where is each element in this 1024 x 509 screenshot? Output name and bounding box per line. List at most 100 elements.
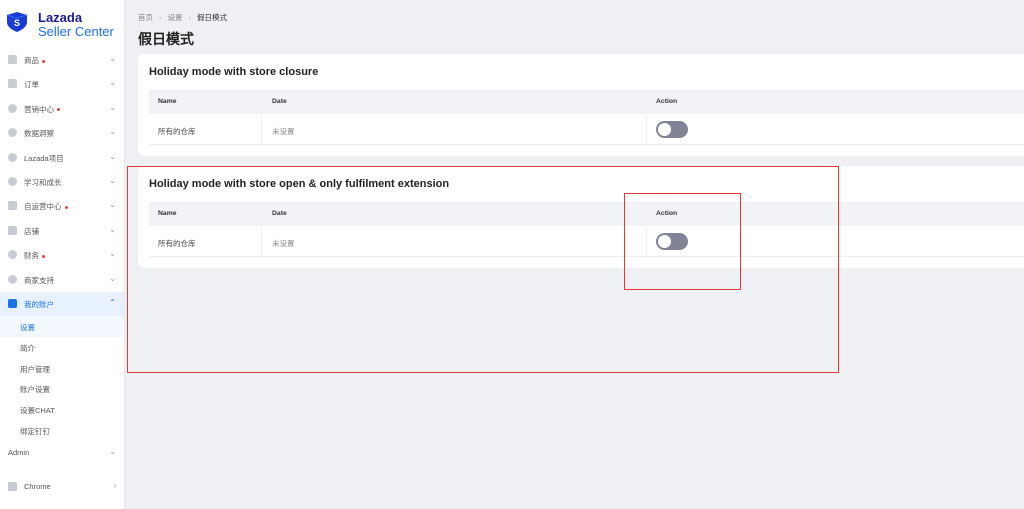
breadcrumb-current: 假日模式 xyxy=(197,13,227,22)
sidebar-item-label: Admin xyxy=(8,448,30,457)
sidebar-subitem-label: 简介 xyxy=(20,343,35,353)
sidebar-item-label: Chrome xyxy=(24,482,51,491)
order-icon xyxy=(8,79,17,89)
finance-icon xyxy=(8,250,17,260)
sidebar-item-label: 学习和成长 xyxy=(24,177,62,187)
column-header-action: Action xyxy=(656,210,678,217)
chevron-down-icon: ⌄ xyxy=(109,78,116,88)
support-icon xyxy=(8,274,17,284)
shield-icon xyxy=(8,152,17,162)
sidebar-item-products[interactable]: 商品 ⌄ xyxy=(0,48,124,72)
table-row: 所有的仓库 未设置 xyxy=(149,116,1024,145)
lazada-logo[interactable]: S Lazada Seller Center xyxy=(6,10,122,40)
sidebar-item-label: 店铺 xyxy=(24,226,39,236)
column-divider xyxy=(646,116,647,144)
sidebar-item-chrome[interactable]: Chrome › xyxy=(0,478,124,496)
sidebar-item-label: Lazada项目 xyxy=(24,153,64,163)
sidebar-item-operations[interactable]: 自运营中心 ⌄ xyxy=(0,194,124,218)
card-title: Holiday mode with store closure xyxy=(149,66,319,78)
table-header: Name Date Action xyxy=(149,90,1024,114)
column-divider xyxy=(261,116,262,144)
sidebar-item-label: 财务 xyxy=(24,251,39,261)
page-title: 假日模式 xyxy=(138,31,194,47)
sidebar-subitem-dingtalk[interactable]: 绑定钉钉 xyxy=(0,420,124,441)
sidebar-item-label: 我的账户 xyxy=(24,299,54,309)
sidebar-item-lazada-program[interactable]: Lazada项目 ⌄ xyxy=(0,146,124,170)
warehouse-name: 所有的仓库 xyxy=(158,127,196,136)
breadcrumb-home[interactable]: 首页 xyxy=(138,13,153,22)
sidebar-item-store[interactable]: 店铺 ⌄ xyxy=(0,219,124,243)
sidebar-subitem-settings[interactable]: 设置 xyxy=(0,316,124,337)
column-divider xyxy=(261,228,262,256)
toggle-knob xyxy=(658,235,671,248)
sidebar-item-admin[interactable]: Admin ⌄ xyxy=(0,444,124,462)
holiday-date: 未设置 xyxy=(272,239,295,248)
sidebar-subitem-profile[interactable]: 简介 xyxy=(0,337,124,358)
brand-subtitle: Seller Center xyxy=(38,24,114,39)
chevron-right-icon: › xyxy=(113,481,116,490)
sidebar-item-data[interactable]: 数据洞察 ⌄ xyxy=(0,121,124,145)
chevron-down-icon: ⌄ xyxy=(109,151,116,161)
sidebar-item-support[interactable]: 商家支持 ⌄ xyxy=(0,268,124,292)
learn-icon xyxy=(8,176,17,186)
box-icon xyxy=(8,55,17,64)
column-header-name: Name xyxy=(158,210,177,217)
chevron-down-icon: ⌄ xyxy=(109,175,116,185)
sidebar-item-label: 数据洞察 xyxy=(24,129,54,139)
column-header-date: Date xyxy=(272,98,287,105)
notification-dot xyxy=(42,59,45,63)
chevron-down-icon: ⌄ xyxy=(109,273,116,283)
sidebar-item-learning[interactable]: 学习和成长 ⌄ xyxy=(0,170,124,194)
breadcrumb-settings[interactable]: 设置 xyxy=(168,13,183,22)
lazada-heart-icon: S xyxy=(6,12,28,32)
sidebar-subitem-chat-settings[interactable]: 设置CHAT xyxy=(0,399,124,420)
sidebar-item-label: 自运营中心 xyxy=(24,202,62,212)
chevron-down-icon: ⌄ xyxy=(109,54,116,63)
sidebar-subitem-label: 账户设置 xyxy=(20,385,50,395)
breadcrumb-separator-icon: › xyxy=(159,13,162,22)
sidebar-subitem-account-settings[interactable]: 账户设置 xyxy=(0,378,124,399)
account-icon xyxy=(8,298,17,308)
data-icon xyxy=(8,128,17,138)
column-header-name: Name xyxy=(158,98,177,105)
holiday-closure-toggle[interactable] xyxy=(656,121,688,138)
sidebar-subitem-user-management[interactable]: 用户管理 xyxy=(0,358,124,379)
sidebar-item-my-account[interactable]: 我的账户 ⌃ xyxy=(0,291,124,317)
svg-text:S: S xyxy=(14,18,20,28)
sidebar-item-label: 商品 xyxy=(24,56,39,65)
notification-dot xyxy=(57,108,60,112)
sidebar-item-label: 营销中心 xyxy=(24,104,54,114)
sidebar-item-label: 商家支持 xyxy=(24,275,54,285)
chevron-down-icon: ⌄ xyxy=(109,102,116,112)
sidebar-subitem-label: 设置 xyxy=(20,323,35,333)
column-header-action: Action xyxy=(656,98,678,105)
sidebar-subitem-label: 用户管理 xyxy=(20,364,50,374)
sidebar-item-label: 订单 xyxy=(24,80,39,90)
holiday-fulfilment-card: Holiday mode with store open & only fulf… xyxy=(138,166,1024,268)
operations-icon xyxy=(8,201,17,211)
sidebar-item-finance[interactable]: 财务 ⌄ xyxy=(0,243,124,267)
sidebar-item-orders[interactable]: 订单 ⌄ xyxy=(0,72,124,96)
chevron-down-icon: ⌄ xyxy=(109,224,116,234)
chevron-up-icon: ⌃ xyxy=(109,297,116,307)
warehouse-name: 所有的仓库 xyxy=(158,239,196,248)
toggle-knob xyxy=(658,123,671,136)
breadcrumb-separator-icon: › xyxy=(188,13,192,22)
holiday-date: 未设置 xyxy=(272,127,295,136)
notification-dot xyxy=(42,254,45,258)
sidebar-subitem-label: 设置CHAT xyxy=(20,406,55,416)
chevron-down-icon: ⌄ xyxy=(109,127,116,137)
store-icon xyxy=(8,225,17,235)
table-row: 所有的仓库 未设置 xyxy=(149,228,1024,257)
column-divider xyxy=(646,228,647,256)
holiday-fulfilment-toggle[interactable] xyxy=(656,233,688,250)
column-header-date: Date xyxy=(272,210,287,217)
sidebar: S Lazada Seller Center 商品 ⌄ 订单 ⌄ 营销中心 ⌄ … xyxy=(0,0,125,509)
chrome-icon xyxy=(8,482,17,491)
brand-name: Lazada xyxy=(38,10,83,25)
sidebar-item-marketing[interactable]: 营销中心 ⌄ xyxy=(0,97,124,121)
chevron-down-icon: ⌄ xyxy=(109,447,116,456)
table-header: Name Date Action xyxy=(149,202,1024,226)
breadcrumb: 首页 › 设置 › 假日模式 xyxy=(138,12,227,23)
holiday-closure-card: Holiday mode with store closure Name Dat… xyxy=(138,54,1024,156)
